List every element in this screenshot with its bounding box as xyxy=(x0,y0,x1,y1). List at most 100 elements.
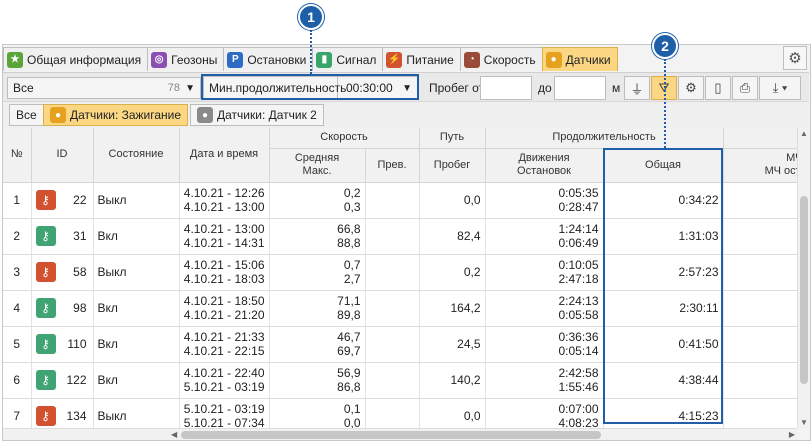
scroll-right-icon[interactable]: ▶ xyxy=(789,430,795,439)
move-time: 0:05:35 xyxy=(558,186,599,200)
settings-button[interactable]: ⚙ xyxy=(783,46,807,70)
col-move-stop[interactable]: Движения Остановок xyxy=(485,148,604,183)
stop-time: 4:08:23 xyxy=(558,416,599,428)
geofence-icon: ◎ xyxy=(151,51,168,68)
id-value: 31 xyxy=(73,229,87,243)
cell-id: ⚷ 22 xyxy=(31,182,94,219)
callout-1: 1 xyxy=(298,4,324,30)
col-state[interactable]: Состояние xyxy=(93,128,180,183)
table-row[interactable]: 2 ⚷ 31 Вкл 4.10.21 - 13:00 4.10.21 - 14:31 66,… xyxy=(3,218,797,255)
col-group-mh xyxy=(723,128,797,149)
cell-id: ⚷ 122 xyxy=(31,362,94,399)
subtab-label: Датчики: Датчик 2 xyxy=(217,108,317,122)
speed-avg: 46,7 xyxy=(337,330,361,344)
scroll-up-icon[interactable]: ▲ xyxy=(800,129,808,138)
cell-state: Вкл xyxy=(93,326,180,363)
col-datetime[interactable]: Дата и время xyxy=(179,128,270,183)
print-icon: ⎙ xyxy=(739,80,751,95)
tab-sensors[interactable]: ● Датчики xyxy=(541,47,618,71)
cell-id: ⚷ 98 xyxy=(31,290,94,327)
cell-total: 1:31:03 xyxy=(603,218,724,255)
cell-move-stop: 0:10:05 2:47:18 xyxy=(485,254,604,291)
col-num[interactable]: № xyxy=(3,128,32,183)
tab-stops[interactable]: P Остановки xyxy=(223,47,314,71)
col-total[interactable]: Общая xyxy=(603,148,724,183)
cell-speed-exceed xyxy=(365,218,420,255)
move-time: 0:36:36 xyxy=(558,330,599,344)
stop-time: 0:05:58 xyxy=(558,308,599,322)
table-row[interactable]: 1 ⚷ 22 Выкл 4.10.21 - 12:26 4.10.21 - 13:00 0,… xyxy=(3,182,797,219)
tab-label: Датчики xyxy=(565,52,611,67)
cell-id: ⚷ 134 xyxy=(31,398,94,428)
gear-button[interactable]: ⚙ xyxy=(678,76,704,100)
header-line: Остановок xyxy=(517,165,571,177)
vertical-scroll-thumb[interactable] xyxy=(800,196,808,384)
col-mileage[interactable]: Пробег xyxy=(419,148,486,183)
speed-avg: 0,7 xyxy=(343,258,361,272)
id-value: 110 xyxy=(67,337,87,351)
stop-time: 0:06:49 xyxy=(558,236,599,250)
cell-num: 2 xyxy=(3,218,32,255)
gear-icon: ⚙ xyxy=(685,80,697,95)
plug-button[interactable]: ⏚ xyxy=(624,76,650,100)
object-select[interactable]: Все 78 ▼ xyxy=(7,77,201,99)
mileage-from-input[interactable] xyxy=(480,76,532,100)
report-grid: № ID Состояние Дата и время Скорость Пут… xyxy=(3,128,797,428)
subtab-all[interactable]: Все xyxy=(9,104,44,126)
subtab-sensor-2[interactable]: ● Датчики: Датчик 2 xyxy=(190,104,324,126)
tab-geofences[interactable]: ◎ Геозоны xyxy=(147,47,225,71)
cell-datetime: 4.10.21 - 15:06 4.10.21 - 18:03 xyxy=(179,254,270,291)
mileage-to-input[interactable] xyxy=(554,76,606,100)
datetime-end: 4.10.21 - 22:15 xyxy=(183,344,265,358)
horizontal-scrollbar[interactable]: ◀ ▶ xyxy=(3,428,797,440)
tab-general-info[interactable]: ★ Общая информация xyxy=(3,47,149,71)
key-icon: ⚷ xyxy=(35,226,56,246)
scroll-down-icon[interactable]: ▼ xyxy=(800,418,808,427)
col-speed-avg-max[interactable]: Средняя Макс. xyxy=(269,148,366,183)
subtab-ignition[interactable]: ● Датчики: Зажигание xyxy=(43,104,189,126)
cell-motor-hours xyxy=(723,182,797,219)
key-icon: ⚷ xyxy=(35,370,56,390)
cell-datetime: 4.10.21 - 12:26 4.10.21 - 13:00 xyxy=(179,182,270,219)
cell-mileage: 0,0 xyxy=(419,182,486,219)
col-speed-exceed[interactable]: Прев. xyxy=(365,148,420,183)
vertical-scrollbar[interactable]: ▲ ▼ xyxy=(797,128,809,428)
subtab-label: Датчики: Зажигание xyxy=(70,108,182,122)
table-row[interactable]: 4 ⚷ 98 Вкл 4.10.21 - 18:50 4.10.21 - 21:20 71,… xyxy=(3,290,797,327)
tab-power[interactable]: ⚡ Питание xyxy=(382,47,461,71)
min-duration-select[interactable]: Мин.продолжительность 00:30:00 ▼ xyxy=(203,76,419,100)
scroll-left-icon[interactable]: ◀ xyxy=(171,430,177,439)
callout-1-label: 1 xyxy=(307,9,315,25)
object-count: 78 xyxy=(167,82,180,94)
col-id[interactable]: ID xyxy=(31,128,94,183)
chevron-down-icon: ▼ xyxy=(185,82,195,94)
speedometer-icon: ◔ xyxy=(463,51,480,68)
table-row[interactable]: 5 ⚷ 110 Вкл 4.10.21 - 21:33 4.10.21 - 22:15 46… xyxy=(3,326,797,363)
cell-mileage: 24,5 xyxy=(419,326,486,363)
speed-avg: 0,1 xyxy=(343,402,361,416)
datetime-start: 4.10.21 - 22:40 xyxy=(183,366,265,380)
cell-speed-exceed xyxy=(365,398,420,428)
speed-max: 0,3 xyxy=(343,200,361,214)
cell-state: Выкл xyxy=(93,182,180,219)
min-duration-label: Мин.продолжительность xyxy=(204,77,346,99)
horizontal-scroll-thumb[interactable] xyxy=(181,431,601,439)
tab-signal[interactable]: ▮ Сигнал xyxy=(312,47,384,71)
sensor-icon: ● xyxy=(545,51,562,68)
tab-speed[interactable]: ◔ Скорость xyxy=(459,47,543,71)
export-button[interactable]: ⤓ ▾ xyxy=(759,76,801,100)
object-select-value: Все xyxy=(13,81,34,95)
key-icon: ⚷ xyxy=(35,406,56,426)
filter-toolbar: Все 78 ▼ Мин.продолжительность 00:30:00 … xyxy=(3,72,809,102)
callout-1-line xyxy=(310,30,312,74)
print-button[interactable]: ⎙ xyxy=(732,76,758,100)
cell-motor-hours xyxy=(723,326,797,363)
table-row[interactable]: 3 ⚷ 58 Выкл 4.10.21 - 15:06 4.10.21 - 18:03 0,… xyxy=(3,254,797,291)
table-row[interactable]: 6 ⚷ 122 Вкл 4.10.21 - 22:40 5.10.21 - 03:19 56… xyxy=(3,362,797,399)
cell-id: ⚷ 58 xyxy=(31,254,94,291)
table-row[interactable]: 7 ⚷ 134 Выкл 5.10.21 - 03:19 5.10.21 - 07:34 0… xyxy=(3,398,797,428)
mileage-unit: м xyxy=(612,81,621,95)
phone-button[interactable]: ▯ xyxy=(705,76,731,100)
export-icon: ⤓ ▾ xyxy=(772,80,788,95)
col-motor-hours[interactable]: МЧМЧ ост. xyxy=(723,148,797,183)
